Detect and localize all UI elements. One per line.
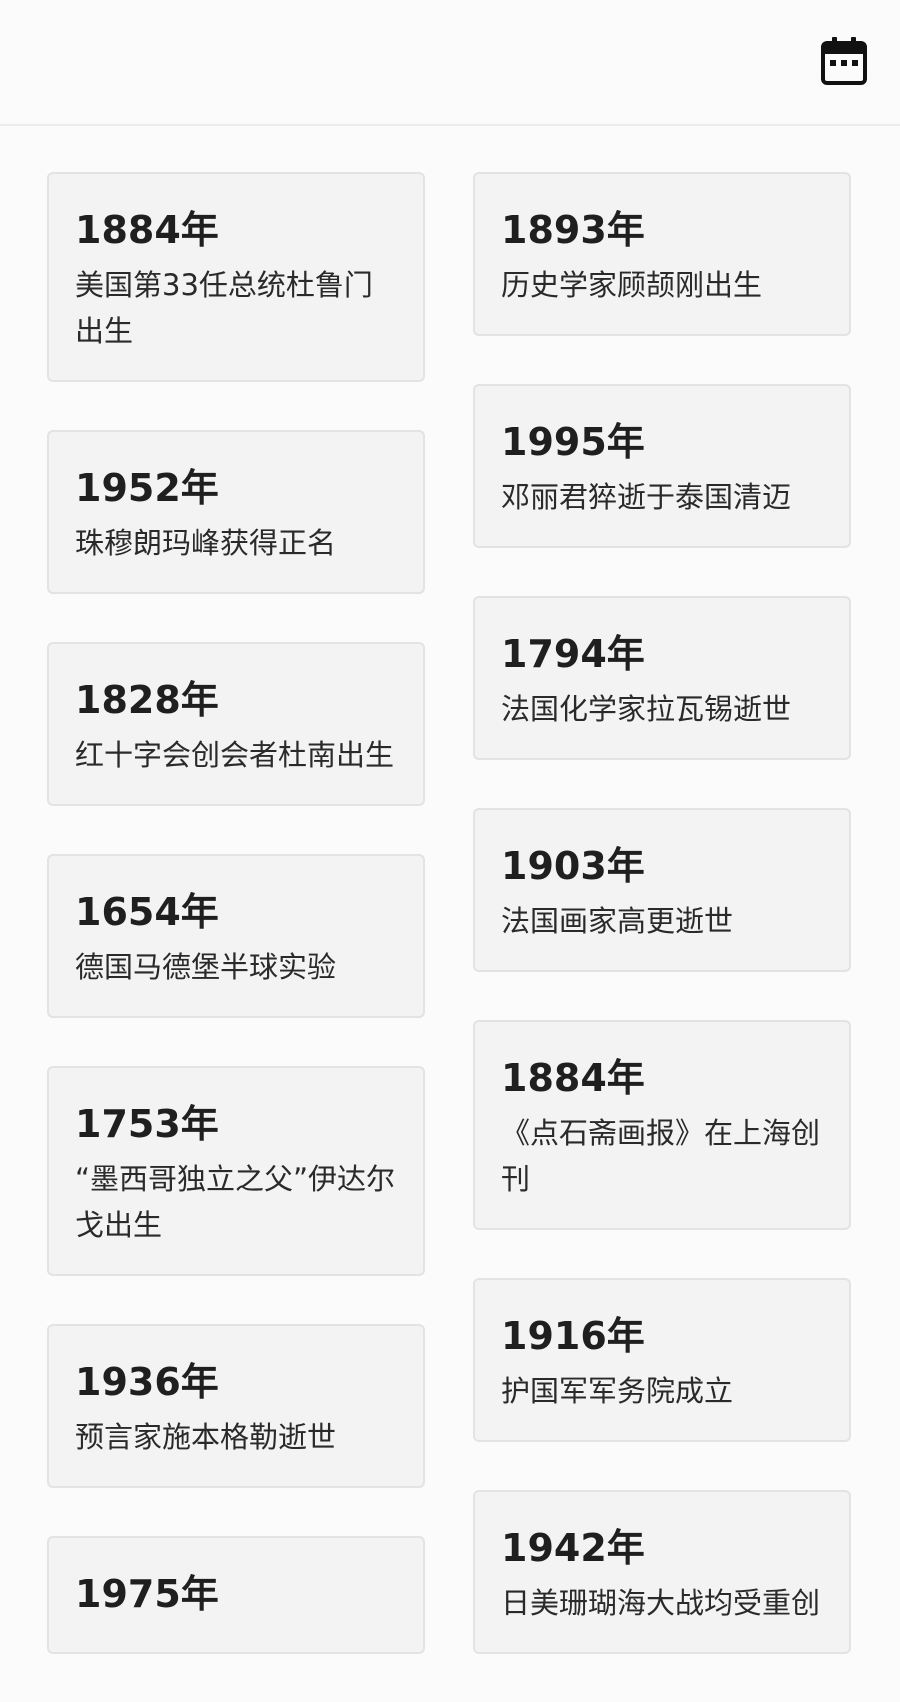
right-column: 1893年 历史学家顾颉刚出生 1995年 邓丽君猝逝于泰国清迈 1794年 法… [473,172,851,1702]
event-year: 1903年 [501,844,645,888]
event-year: 1753年 [75,1102,219,1146]
event-card[interactable]: 1995年 邓丽君猝逝于泰国清迈 [473,384,851,548]
event-card[interactable]: 1884年 《点石斋画报》在上海创刊 [473,1020,851,1230]
left-column: 1884年 美国第33任总统杜鲁门出生 1952年 珠穆朗玛峰获得正名 1828… [47,172,425,1702]
event-description: 历史学家顾颉刚出生 [501,268,763,302]
event-year: 1975年 [75,1572,219,1616]
event-year: 1952年 [75,466,219,510]
event-card[interactable]: 1903年 法国画家高更逝世 [473,808,851,972]
event-description: 日美珊瑚海大战均受重创 [501,1586,821,1620]
event-description: 《点石斋画报》在上海创刊 [501,1116,821,1196]
event-description: 法国画家高更逝世 [501,904,734,938]
event-year: 1654年 [75,890,219,934]
event-card[interactable]: 1654年 德国马德堡半球实验 [47,854,425,1018]
event-year: 1828年 [75,678,219,722]
event-card[interactable]: 1893年 历史学家顾颉刚出生 [473,172,851,336]
calendar-icon[interactable] [820,36,868,86]
event-card[interactable]: 1916年 护国军军务院成立 [473,1278,851,1442]
event-year: 1794年 [501,632,645,676]
event-year: 1995年 [501,420,645,464]
event-card[interactable]: 1975年 [47,1536,425,1654]
event-description: 法国化学家拉瓦锡逝世 [501,692,792,726]
top-bar [0,0,900,126]
event-year: 1884年 [75,208,219,252]
event-year: 1884年 [501,1056,645,1100]
event-card[interactable]: 1952年 珠穆朗玛峰获得正名 [47,430,425,594]
event-description: 护国军军务院成立 [501,1374,734,1408]
event-card[interactable]: 1884年 美国第33任总统杜鲁门出生 [47,172,425,382]
event-year: 1893年 [501,208,645,252]
event-card[interactable]: 1936年 预言家施本格勒逝世 [47,1324,425,1488]
event-year: 1936年 [75,1360,219,1404]
event-card[interactable]: 1942年 日美珊瑚海大战均受重创 [473,1490,851,1654]
event-description: 美国第33任总统杜鲁门出生 [75,268,373,348]
event-year: 1942年 [501,1526,645,1570]
event-description: 珠穆朗玛峰获得正名 [75,526,337,560]
event-description: 红十字会创会者杜南出生 [75,738,395,772]
event-card[interactable]: 1828年 红十字会创会者杜南出生 [47,642,425,806]
event-description: 预言家施本格勒逝世 [75,1420,337,1454]
event-year: 1916年 [501,1314,645,1358]
event-card[interactable]: 1753年 “墨西哥独立之父”伊达尔戈出生 [47,1066,425,1276]
event-description: 德国马德堡半球实验 [75,950,337,984]
event-description: “墨西哥独立之父”伊达尔戈出生 [75,1162,396,1242]
event-description: 邓丽君猝逝于泰国清迈 [501,480,792,514]
event-card[interactable]: 1794年 法国化学家拉瓦锡逝世 [473,596,851,760]
